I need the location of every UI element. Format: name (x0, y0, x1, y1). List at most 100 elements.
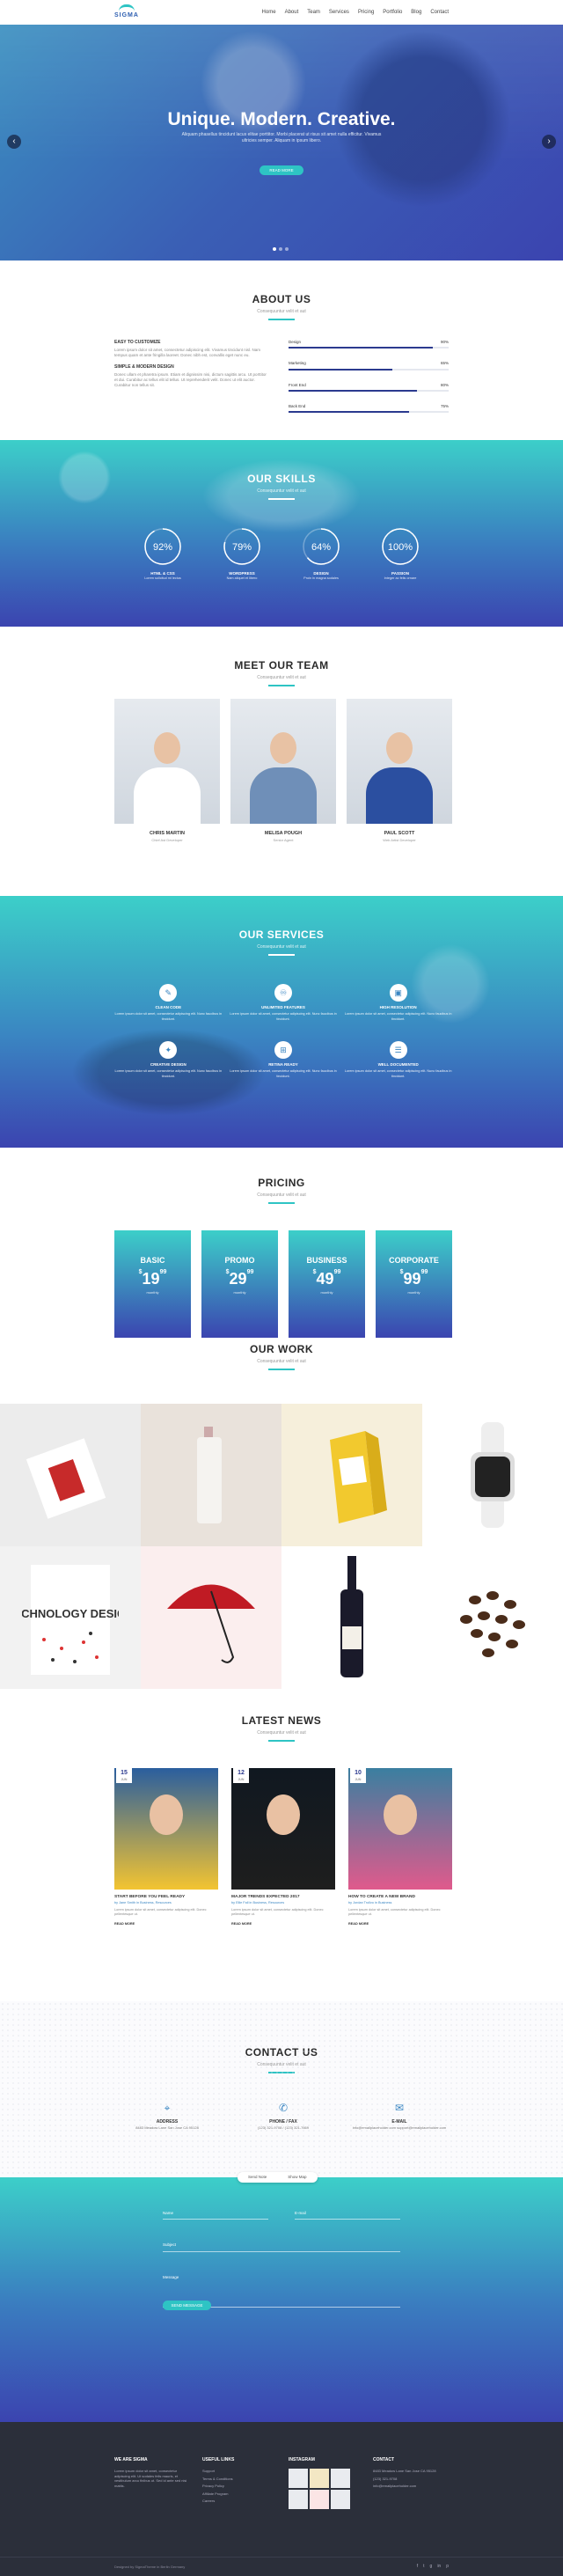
slider-dot[interactable] (273, 247, 276, 251)
news-post-title[interactable]: MAJOR TRENDS EXPECTED 2017 (231, 1895, 335, 1901)
skill-bar-label: Marketing (289, 361, 306, 366)
skill-percent: 92% (153, 542, 172, 553)
subject-field[interactable]: Subject (163, 2242, 400, 2252)
member-body (250, 767, 317, 824)
section-divider (268, 1201, 295, 1204)
skill-ring: 64% (303, 528, 340, 565)
instagram-thumb[interactable] (331, 2490, 350, 2509)
instagram-thumb[interactable] (289, 2490, 308, 2509)
menu-item-contact[interactable]: Contact (430, 9, 449, 16)
read-more-link[interactable]: READ MORE (114, 1922, 218, 1926)
member-head (154, 732, 180, 764)
hero-read-more-button[interactable]: READ MORE (260, 165, 303, 175)
email-field[interactable]: E-mail (295, 2211, 400, 2220)
menu-item-about[interactable]: About (285, 9, 299, 16)
footer-link[interactable]: Terms & Conditions (202, 2477, 234, 2482)
pinterest-icon[interactable]: p (446, 2564, 449, 2570)
skills-section: OUR SKILLS Consequuntur velit et aut 92%… (0, 440, 563, 627)
portfolio-item-wine[interactable] (282, 1546, 422, 1689)
team-member-card[interactable]: MELISA POUGH Senior Agent (230, 699, 336, 842)
news-post-title[interactable]: START BEFORE YOU FEEL READY (114, 1895, 218, 1901)
instagram-thumb[interactable] (310, 2490, 329, 2509)
section-subtitle: Consequuntur velit et aut (257, 1358, 306, 1364)
portfolio-item-book[interactable] (0, 1404, 141, 1546)
news-post-title[interactable]: HOW TO CREATE A NEW BRAND (348, 1895, 452, 1901)
footer-link[interactable]: Affiliate Program (202, 2492, 234, 2497)
skill-bar-value: 65% (440, 361, 449, 366)
portfolio-item-bottle[interactable] (141, 1404, 282, 1546)
menu-item-pricing[interactable]: Pricing (358, 9, 374, 16)
skill-ring: 100% (382, 528, 419, 565)
team-member-card[interactable]: CHRIS MARTIN Chief Ast Developer (114, 699, 220, 842)
skill-bar-track (289, 411, 449, 414)
section-divider (268, 1739, 295, 1742)
form-tabs: Send Note Show Map (238, 2172, 318, 2183)
section-title: MEET OUR TEAM (234, 659, 329, 672)
skill-bar-value: 90% (440, 340, 449, 344)
team-member-card[interactable]: PAUL SCOTT Web Artist Developer (347, 699, 452, 842)
instagram-thumb[interactable] (289, 2469, 308, 2488)
portfolio-item-umbrella[interactable] (141, 1546, 282, 1689)
service-title: WELL DOCUMENTED (377, 1061, 419, 1067)
service-item: ♾ UNLIMITED FEATURES Lorem ipsum dolor sit… (230, 984, 338, 1022)
pricing-card[interactable]: CORPORATE $9999 monthly (376, 1230, 452, 1338)
plan-price-value: 19 (142, 1269, 160, 1288)
site-logo[interactable]: SIGMA (114, 4, 139, 20)
post-figure (267, 1794, 300, 1835)
pricing-card[interactable]: PROMO $2999 monthly (201, 1230, 278, 1338)
section-subtitle: Consequuntur velit et aut (257, 308, 306, 314)
slider-prev-arrow-icon[interactable]: ‹ (7, 135, 21, 149)
footer-link[interactable]: Privacy Policy (202, 2484, 234, 2489)
contact-item: ✆ PHONE / FAX (123) 321-9708 / (123) 321-7… (230, 2101, 336, 2130)
slider-dot[interactable] (285, 247, 289, 251)
news-post[interactable]: 15 JUN START BEFORE YOU FEEL READY by Jane … (114, 1768, 218, 1926)
slider-dots (273, 247, 289, 251)
menu-item-team[interactable]: Team (307, 9, 320, 16)
portfolio-item-box[interactable] (282, 1404, 422, 1546)
footer-instagram: INSTAGRAM (289, 2457, 350, 2509)
section-title: OUR WORK (250, 1343, 313, 1355)
service-icon: ♾ (274, 984, 292, 1002)
skill-subtitle: Proin in magna sodales (303, 576, 339, 581)
facebook-icon[interactable]: f (417, 2564, 418, 2570)
tab-send-note[interactable]: Send Note (238, 2172, 277, 2183)
footer-link[interactable]: Support (202, 2469, 234, 2474)
post-figure (384, 1794, 417, 1835)
portfolio-item-watch[interactable] (422, 1404, 563, 1546)
pricing-card[interactable]: BUSINESS $4999 monthly (289, 1230, 365, 1338)
skill-bar-track (289, 347, 449, 349)
skill-bar-label: Front End (289, 382, 306, 387)
portfolio-item-poster[interactable]: TECHNOLOGY DESIGN (0, 1546, 141, 1689)
main-menu: Home About Team Services Pricing Portfolio Blo… (262, 9, 449, 16)
contact-item-detail: info@emailplaceholder.com support@emailp… (352, 2125, 447, 2130)
news-post[interactable]: 10 JUN HOW TO CREATE A NEW BRAND by Jordan … (348, 1768, 452, 1926)
menu-item-blog[interactable]: Blog (411, 9, 421, 16)
read-more-link[interactable]: READ MORE (348, 1922, 452, 1926)
pricing-card[interactable]: BASIC $1999 monthly (114, 1230, 191, 1338)
instagram-thumb[interactable] (310, 2469, 329, 2488)
menu-item-portfolio[interactable]: Portfolio (383, 9, 402, 16)
skill-ring: 79% (223, 528, 260, 565)
menu-item-home[interactable]: Home (262, 9, 276, 16)
footer-link[interactable]: Careers (202, 2499, 234, 2504)
slider-next-arrow-icon[interactable]: › (542, 135, 556, 149)
slider-dot[interactable] (279, 247, 282, 251)
menu-item-services[interactable]: Services (329, 9, 349, 16)
skill-percent: 79% (232, 542, 252, 553)
news-post[interactable]: 12 JUN MAJOR TRENDS EXPECTED 2017 by Ellie … (231, 1768, 335, 1926)
portfolio-item-coffee[interactable] (422, 1546, 563, 1689)
send-message-button[interactable]: SEND MESSAGE (163, 2301, 211, 2310)
plan-price: $2999 (201, 1268, 278, 1290)
team-member-photo (114, 699, 220, 824)
tab-show-map[interactable]: Show Map (277, 2172, 317, 2183)
twitter-icon[interactable]: t (423, 2564, 424, 2570)
plan-price-cents: 99 (333, 1268, 341, 1275)
read-more-link[interactable]: READ MORE (231, 1922, 335, 1926)
instagram-thumb[interactable] (331, 2469, 350, 2488)
team-section: MEET OUR TEAM Consequuntur velit et aut … (0, 627, 563, 896)
about-section: ABOUT US Consequuntur velit et aut EASY … (0, 261, 563, 440)
linkedin-icon[interactable]: in (437, 2564, 441, 2570)
google-plus-icon[interactable]: g (430, 2564, 433, 2570)
name-field[interactable]: Name (163, 2211, 268, 2220)
social-links: f t g in p (417, 2564, 449, 2570)
